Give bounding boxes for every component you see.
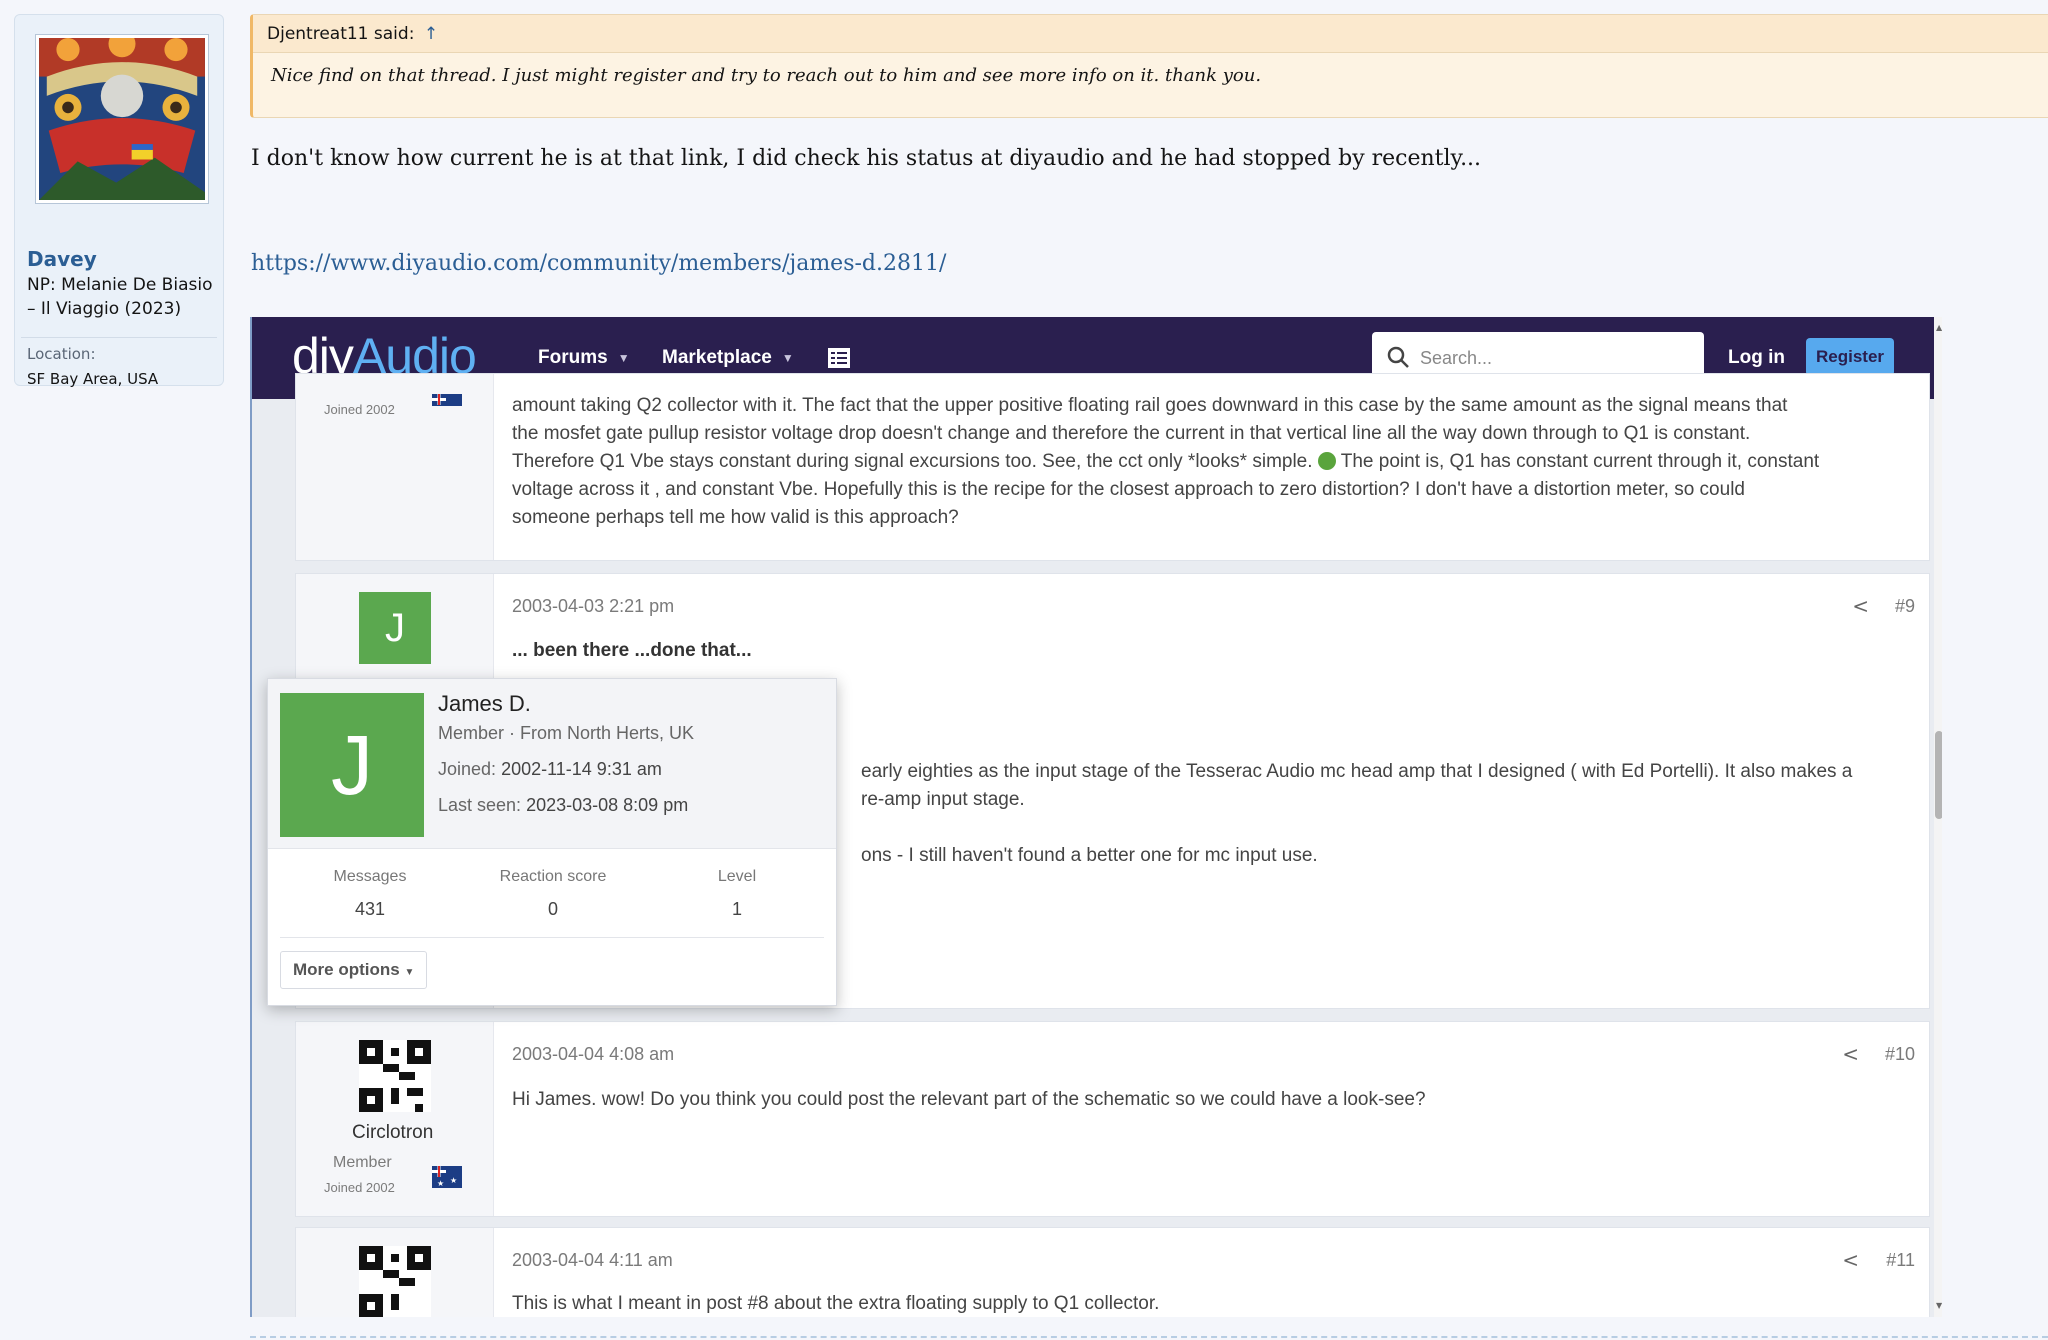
post-8-line5: someone perhaps tell me how valid is thi… bbox=[512, 507, 959, 528]
member-name: James D. bbox=[438, 691, 531, 716]
scroll-down-icon: ▼ bbox=[1936, 1301, 1942, 1310]
post-10-date: 2003-04-04 4:08 am bbox=[512, 1044, 675, 1064]
chevron-down-icon: ▼ bbox=[617, 350, 630, 365]
quote-attribution[interactable]: Djentreat11 said: bbox=[267, 24, 414, 44]
post-9-line4: ons - I still haven't found a better one… bbox=[861, 845, 1318, 866]
chevron-down-icon: ▼ bbox=[781, 350, 794, 365]
smiley-icon bbox=[1317, 452, 1336, 470]
post-10-joined: Joined 2002 bbox=[324, 1180, 395, 1195]
author-username[interactable]: Davey bbox=[27, 247, 97, 271]
embedded-screenshot[interactable]: diyAudio Forums ▼ Marketplace ▼ Search... … bbox=[250, 317, 1942, 1317]
quote-header: Djentreat11 said: ↑ bbox=[253, 15, 2048, 53]
qr-avatar-image bbox=[359, 1040, 431, 1112]
post-separator bbox=[250, 1336, 2048, 1338]
post-8-line4: voltage across it , and constant Vbe. Ho… bbox=[512, 479, 1745, 500]
login-link: Log in bbox=[1728, 347, 1785, 368]
post-9-number: #9 bbox=[1894, 596, 1915, 616]
qr-avatar-image bbox=[359, 1246, 431, 1317]
post-10-username: Circlotron bbox=[352, 1122, 434, 1143]
member-tooltip-avatar: J bbox=[280, 693, 424, 837]
nav-marketplace: Marketplace ▼ bbox=[662, 347, 794, 368]
quote-block: Djentreat11 said: ↑ Nice find on that th… bbox=[250, 14, 2048, 118]
member-joined: Joined: 2002-11-14 9:31 am bbox=[438, 759, 662, 779]
message-text: I don't know how current he is at that l… bbox=[251, 146, 1482, 171]
author-location-label: Location: bbox=[27, 345, 96, 363]
list-icon bbox=[828, 348, 850, 368]
caret-down-icon: ▼ bbox=[404, 967, 415, 978]
post-11-date: 2003-04-04 4:11 am bbox=[512, 1250, 673, 1270]
stat-messages-value: 431 bbox=[354, 899, 386, 919]
flag-icon: ★ ★ bbox=[432, 1166, 462, 1188]
post-9-date: 2003-04-03 2:21 pm bbox=[512, 596, 675, 616]
embedded-scrollbar-thumb bbox=[1935, 731, 1942, 819]
post-9-line1: ... been there ...done that... bbox=[512, 640, 752, 661]
post-11: 2003-04-04 4:11 am < #11 This is what I … bbox=[295, 1227, 1930, 1317]
share-icon: < bbox=[1842, 1248, 1859, 1272]
post-10-role: Member bbox=[333, 1154, 392, 1171]
search-placeholder: Search... bbox=[1420, 348, 1493, 368]
message-link[interactable]: https://www.diyaudio.com/community/membe… bbox=[251, 251, 946, 276]
post-11-text: This is what I meant in post #8 about th… bbox=[512, 1293, 1160, 1314]
scroll-up-icon: ▲ bbox=[1936, 323, 1942, 332]
more-options-button: More options ▼ bbox=[280, 951, 428, 989]
post-10: Circlotron Member Joined 2002 ★ ★ 2003-04… bbox=[295, 1021, 1930, 1217]
post-8: Joined 2002 amount taking Q2 collector w… bbox=[295, 373, 1930, 561]
post-8-line1: amount taking Q2 collector with it. The … bbox=[512, 395, 1788, 416]
user-avatar[interactable] bbox=[36, 35, 208, 203]
quote-jump-icon[interactable]: ↑ bbox=[424, 24, 438, 44]
post-8-joined: Joined 2002 bbox=[324, 402, 395, 417]
author-location[interactable]: SF Bay Area, USA bbox=[27, 370, 158, 388]
post-8-line2: the mosfet gate pullup resistor voltage … bbox=[512, 423, 1751, 444]
member-role: Member · From North Herts, UK bbox=[438, 723, 695, 743]
stat-reaction-label: Reaction score bbox=[499, 868, 607, 885]
post-10-text: Hi James. wow! Do you think you could po… bbox=[512, 1089, 1426, 1110]
member-tooltip-divider bbox=[280, 937, 824, 938]
author-card: Davey NP: Melanie De Biasio – Il Viaggio… bbox=[14, 14, 224, 388]
stat-reaction-value: 0 bbox=[547, 899, 558, 919]
post-9-avatar: J bbox=[359, 592, 431, 664]
author-card-divider bbox=[21, 337, 217, 338]
share-icon: < bbox=[1842, 1042, 1859, 1066]
post-10-number: #10 bbox=[1884, 1044, 1915, 1064]
post-9-line3: re-amp input stage. bbox=[861, 789, 1025, 810]
quote-text: Nice find on that thread. I just might r… bbox=[271, 65, 1262, 86]
register-button: Register bbox=[1806, 338, 1894, 376]
post-8-line3: Therefore Q1 Vbe stays constant during s… bbox=[512, 451, 1820, 472]
nav-forums: Forums ▼ bbox=[538, 347, 630, 368]
share-icon: < bbox=[1852, 594, 1869, 618]
stat-level-label: Level bbox=[717, 868, 757, 885]
avatar-artwork-image bbox=[39, 38, 205, 200]
post-9-line2: early eighties as the input stage of the… bbox=[861, 761, 1853, 782]
flag-icon bbox=[432, 394, 462, 406]
member-tooltip: J James D. Member · From North Herts, UK… bbox=[267, 678, 837, 1006]
stat-messages-label: Messages bbox=[333, 868, 407, 885]
member-last-seen: Last seen: 2023-03-08 8:09 pm bbox=[438, 795, 689, 815]
stat-level-value: 1 bbox=[731, 899, 742, 919]
post-11-number: #11 bbox=[1886, 1250, 1915, 1270]
author-user-title: NP: Melanie De Biasio – Il Viaggio (2023… bbox=[27, 275, 213, 319]
search-icon bbox=[1387, 346, 1409, 368]
